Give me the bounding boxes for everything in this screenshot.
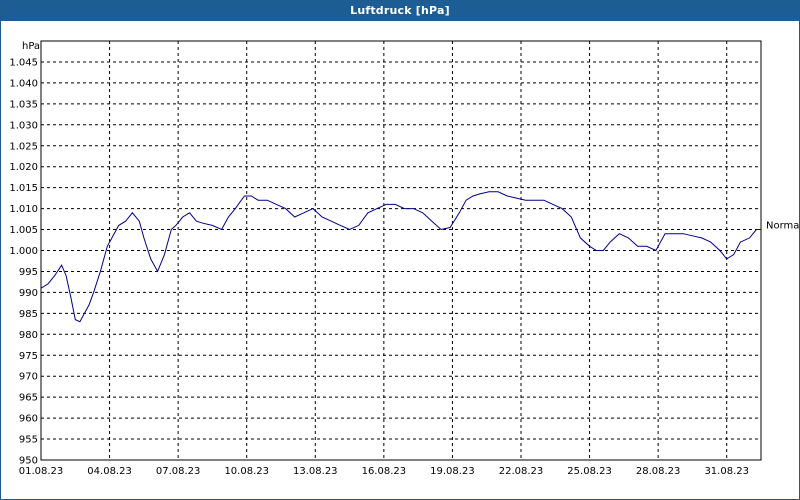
y-tick-label: 985 [19, 309, 38, 320]
series-end-label: Normal [766, 221, 799, 232]
y-tick-label: 950 [19, 456, 38, 467]
x-tick-label: 31.08.23 [704, 466, 749, 477]
y-tick-label: 1.020 [9, 162, 38, 173]
x-axis-ticks: 01.08.23 04.08.23 07.08.23 10.08.23 13.08.23… [19, 466, 749, 477]
y-tick-label: 970 [19, 372, 38, 383]
series-line-normal [40, 191, 761, 323]
y-tick-label: 1.010 [9, 204, 38, 215]
chart-grid [41, 41, 761, 461]
x-tick-label: 28.08.23 [636, 466, 681, 477]
x-tick-label: 19.08.23 [430, 466, 475, 477]
y-tick-label: 965 [19, 393, 38, 404]
y-tick-label: 1.040 [9, 78, 38, 89]
y-tick-label: 1.000 [9, 246, 38, 257]
chart-title: Luftdruck [hPa] [1, 1, 799, 21]
y-axis-ticks: 950 955 960 965 970 975 980 985 990 995 1.000 1.005… [9, 57, 38, 466]
pressure-chart: hPa 950 955 960 965 970 975 980 985 990 995 1.000 1… [9, 40, 799, 477]
x-tick-label: 04.08.23 [87, 466, 132, 477]
y-tick-label: 1.035 [9, 99, 38, 110]
x-tick-label: 07.08.23 [156, 466, 201, 477]
y-tick-label: 1.045 [9, 57, 38, 68]
y-tick-label: 955 [19, 435, 38, 446]
x-tick-label: 10.08.23 [224, 466, 269, 477]
chart-window: Luftdruck [hPa] hPa 950 955 960 965 970 975 98… [0, 0, 800, 500]
y-tick-label: 975 [19, 351, 38, 362]
y-tick-label: 1.015 [9, 183, 38, 194]
y-tick-label: 960 [19, 414, 38, 425]
x-tick-label: 25.08.23 [567, 466, 612, 477]
y-tick-label: 990 [19, 288, 38, 299]
y-axis-unit-label: hPa [22, 41, 40, 52]
x-tick-label: 16.08.23 [362, 466, 407, 477]
y-tick-label: 1.025 [9, 141, 38, 152]
x-tick-label: 01.08.23 [19, 466, 64, 477]
y-tick-label: 1.005 [9, 225, 38, 236]
x-tick-label: 22.08.23 [499, 466, 544, 477]
x-tick-label: 13.08.23 [293, 466, 338, 477]
y-tick-label: 995 [19, 267, 38, 278]
y-tick-label: 1.030 [9, 120, 38, 131]
y-tick-label: 980 [19, 330, 38, 341]
